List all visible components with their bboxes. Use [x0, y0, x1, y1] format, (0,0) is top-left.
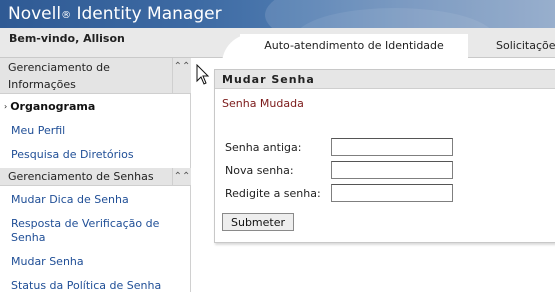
confirm-password-field[interactable]	[331, 184, 453, 202]
sidebar-item-password-policy-status[interactable]: Status da Política de Senha	[11, 279, 161, 292]
sidebar-section-title: Gerenciamento de Informações	[8, 61, 110, 91]
collapse-up-icon[interactable]: ⌃⌃	[172, 168, 191, 185]
sidebar-item-change-password[interactable]: Mudar Senha	[11, 255, 84, 269]
sidebar-item-my-profile[interactable]: Meu Perfil	[11, 124, 65, 138]
tab-identity-self-service[interactable]: Auto-atendimento de Identidade	[240, 34, 468, 58]
top-navigation-bar: Bem-vindo, Allison Auto-atendimento de I…	[0, 28, 555, 64]
new-password-field[interactable]	[331, 161, 453, 179]
app-title-brand: Novell	[8, 4, 62, 24]
new-password-label: Nova senha:	[225, 164, 294, 177]
sidebar-section-password-management[interactable]: Gerenciamento de Senhas ⌃⌃	[0, 168, 191, 186]
sidebar-section-information-management[interactable]: Gerenciamento de Informações ⌃⌃	[0, 58, 191, 94]
app-title-product: Identity Manager	[76, 4, 222, 24]
collapse-up-icon[interactable]: ⌃⌃	[172, 58, 191, 94]
old-password-field[interactable]	[331, 138, 453, 156]
sidebar-item-challenge-response[interactable]: Resposta de Verificação de Senha	[11, 217, 171, 245]
old-password-label: Senha antiga:	[225, 141, 302, 154]
registered-mark: ®	[61, 10, 72, 21]
welcome-message: Bem-vindo, Allison	[9, 32, 125, 45]
confirm-password-label: Redigite a senha:	[225, 187, 321, 200]
status-message: Senha Mudada	[222, 97, 304, 110]
sidebar-section-title: Gerenciamento de Senhas	[8, 170, 154, 183]
sidebar-item-label: Organograma	[10, 100, 96, 113]
mouse-cursor-icon	[196, 64, 210, 85]
active-item-bullet-icon: ›	[4, 102, 8, 111]
sidebar-item-change-password-hint[interactable]: Mudar Dica de Senha	[11, 193, 129, 207]
sidebar-item-org-chart[interactable]: › Organograma	[4, 100, 95, 114]
change-password-panel: Mudar Senha Senha Mudada Senha antiga: N…	[214, 69, 555, 243]
app-banner: Novell® Identity Manager	[0, 0, 555, 28]
sidebar-item-directory-search[interactable]: Pesquisa de Diretórios	[11, 148, 134, 162]
app-title: Novell® Identity Manager	[8, 4, 222, 24]
panel-title: Mudar Senha	[215, 70, 555, 89]
submit-button[interactable]: Submeter	[222, 213, 295, 231]
sidebar: Gerenciamento de Informações ⌃⌃ › Organog…	[0, 58, 191, 292]
tab-requests[interactable]: Solicitações	[496, 39, 555, 52]
